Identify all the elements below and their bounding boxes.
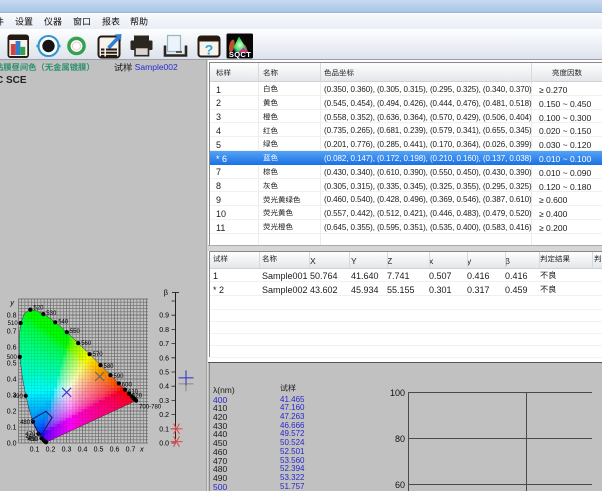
svg-text:620: 620 xyxy=(132,394,143,400)
svg-text:80: 80 xyxy=(395,434,405,444)
svg-text:0.2: 0.2 xyxy=(159,412,169,419)
svg-text:0.3: 0.3 xyxy=(7,393,17,400)
svg-text:0.1: 0.1 xyxy=(30,447,40,454)
svg-text:y: y xyxy=(9,298,15,307)
svg-text:530: 530 xyxy=(46,311,57,317)
svg-text:0.7: 0.7 xyxy=(7,329,17,336)
svg-text:0.4: 0.4 xyxy=(7,377,17,384)
svg-text:0.6: 0.6 xyxy=(110,447,120,454)
svg-text:0.7: 0.7 xyxy=(159,341,169,348)
svg-text:0.4: 0.4 xyxy=(78,447,88,454)
svg-text:0.1: 0.1 xyxy=(159,426,169,433)
svg-text:0.0: 0.0 xyxy=(7,441,17,448)
svg-text:540: 540 xyxy=(58,319,69,325)
svg-text:0.5: 0.5 xyxy=(94,447,104,454)
svg-text:510: 510 xyxy=(8,321,19,327)
svg-text:0.2: 0.2 xyxy=(46,447,56,454)
svg-text:480: 480 xyxy=(20,420,31,426)
svg-text:0.4: 0.4 xyxy=(159,384,169,391)
svg-text:560: 560 xyxy=(81,341,92,347)
svg-text:0.6: 0.6 xyxy=(7,345,17,352)
svg-text:SQCT: SQCT xyxy=(229,50,251,59)
svg-text:0.0: 0.0 xyxy=(159,441,169,448)
svg-text:0.9: 0.9 xyxy=(159,313,169,320)
svg-text:580: 580 xyxy=(104,364,115,370)
svg-text:0.6: 0.6 xyxy=(159,355,169,362)
svg-text:0.2: 0.2 xyxy=(7,409,17,416)
svg-text:0.8: 0.8 xyxy=(7,313,17,320)
svg-text:60: 60 xyxy=(395,480,405,490)
svg-text:0.7: 0.7 xyxy=(126,447,136,454)
svg-text:?: ? xyxy=(205,42,214,58)
svg-text:0.8: 0.8 xyxy=(159,327,169,334)
svg-text:0.5: 0.5 xyxy=(7,361,17,368)
svg-text:600: 600 xyxy=(122,382,133,388)
svg-text:0.5: 0.5 xyxy=(159,370,169,377)
svg-text:520: 520 xyxy=(33,306,44,312)
svg-text:x: x xyxy=(139,445,144,454)
svg-text:0.3: 0.3 xyxy=(62,447,72,454)
svg-text:β: β xyxy=(164,288,169,297)
svg-text:0.1: 0.1 xyxy=(7,425,17,432)
svg-text:570: 570 xyxy=(93,352,104,358)
svg-text:700-780: 700-780 xyxy=(139,405,162,411)
svg-text:0.3: 0.3 xyxy=(159,398,169,405)
svg-text:410: 410 xyxy=(28,437,39,443)
svg-text:100: 100 xyxy=(390,388,405,398)
svg-text:590: 590 xyxy=(114,374,125,380)
svg-text:550: 550 xyxy=(70,329,81,335)
